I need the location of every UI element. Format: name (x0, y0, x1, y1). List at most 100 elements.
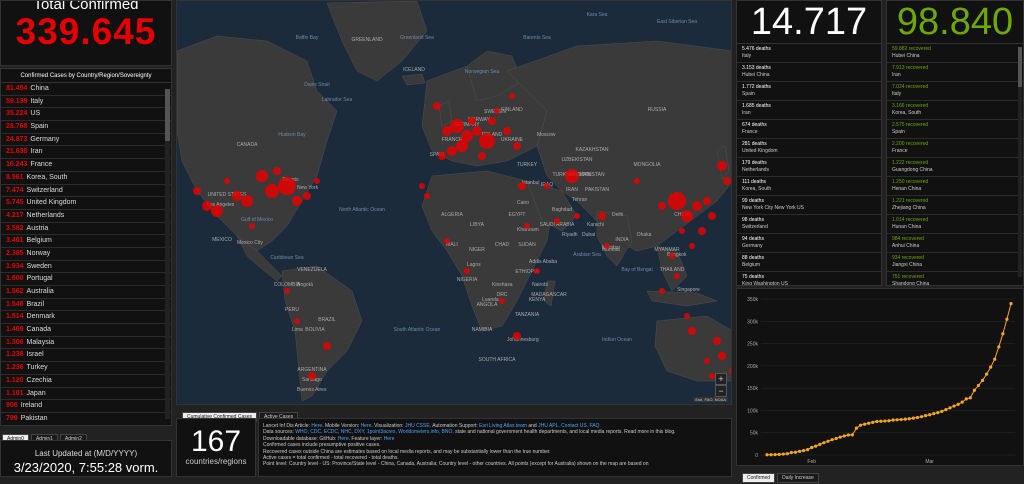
data-point[interactable] (1009, 302, 1013, 306)
case-bubble[interactable] (703, 197, 711, 205)
contact-link[interactable]: . Contact US. (558, 423, 589, 429)
country-row[interactable]: 906 Ireland (1, 400, 171, 413)
data-point[interactable] (993, 357, 997, 361)
recovered-row[interactable]: 7.024 recovered Italy (887, 82, 1023, 101)
data-point[interactable] (826, 439, 830, 443)
data-point[interactable] (773, 452, 777, 457)
data-point[interactable] (781, 452, 785, 456)
lancet-link[interactable]: Here (311, 423, 322, 429)
case-bubble[interactable] (674, 273, 680, 279)
map-tabs[interactable]: Cumulative Confirmed Cases Active Cases (176, 405, 732, 422)
data-point[interactable] (822, 441, 826, 445)
data-point[interactable] (960, 400, 964, 404)
recovered-row[interactable]: 2.575 recovered Spain (887, 120, 1023, 139)
data-point[interactable] (968, 396, 972, 400)
case-bubble[interactable] (513, 332, 521, 340)
country-row[interactable]: 3.401 Belgium (1, 235, 171, 248)
case-bubble[interactable] (438, 152, 446, 160)
data-point[interactable] (940, 409, 944, 413)
case-bubble[interactable] (534, 268, 540, 274)
country-row[interactable]: 5.745 United Kingdom (1, 197, 171, 210)
zoom-out-button[interactable]: − (715, 385, 727, 397)
zoom-in-button[interactable]: + (715, 373, 727, 385)
country-row[interactable]: 1.934 Sweden (1, 261, 171, 274)
country-list[interactable]: 81.454 China 59.138 Italy 35.224 US 28.768 Spai… (1, 83, 171, 425)
data-point[interactable] (911, 416, 915, 420)
case-bubble[interactable] (265, 184, 279, 198)
country-row[interactable]: 8.961 Korea, South (1, 172, 171, 185)
country-row[interactable]: 35.224 US (1, 108, 171, 122)
confirmed-chart[interactable]: 0 50k 100k 150k 200k 250k 300k 350k Feb Mar (736, 288, 1024, 466)
case-bubble[interactable] (278, 177, 296, 195)
data-point[interactable] (1001, 332, 1005, 336)
jhu-apl-link[interactable]: JHU APL (538, 423, 558, 429)
deaths-panel[interactable]: 14.717 5.476 deaths Italy 3.153 deaths Hube… (736, 0, 882, 286)
deaths-list[interactable]: 5.476 deaths Italy 3.153 deaths Hubei China… (737, 44, 881, 285)
case-bubble[interactable] (433, 102, 441, 110)
country-list-panel[interactable]: Confirmed Cases by Country/Region/Sovere… (0, 68, 172, 426)
country-row[interactable]: 3.582 Austria (1, 223, 171, 236)
death-row[interactable]: 1.685 deaths Iran (737, 101, 881, 120)
death-row[interactable]: 99 deaths New York City New York US (737, 196, 881, 215)
data-point[interactable] (818, 442, 822, 446)
case-bubble[interactable] (574, 213, 580, 219)
country-row[interactable]: 1.469 Canada (1, 324, 171, 337)
recovered-row[interactable]: 751 recovered Shandong China (887, 272, 1023, 285)
case-bubble[interactable] (424, 193, 430, 199)
case-bubble[interactable] (294, 318, 300, 324)
data-point[interactable] (785, 452, 789, 456)
country-row[interactable]: 799 Pakistan (1, 413, 171, 425)
case-bubble[interactable] (708, 212, 716, 220)
data-point[interactable] (932, 412, 936, 416)
data-point[interactable] (765, 453, 769, 457)
case-bubble[interactable] (488, 117, 496, 125)
mobile-link[interactable]: Here (361, 423, 372, 429)
country-row[interactable]: 1.546 Brazil (1, 299, 171, 312)
case-bubble[interactable] (211, 205, 223, 217)
case-bubble[interactable] (499, 298, 505, 304)
case-bubble[interactable] (292, 196, 302, 206)
case-bubble[interactable] (494, 108, 500, 114)
death-row[interactable]: 5.476 deaths Italy (737, 44, 881, 63)
case-bubble[interactable] (713, 337, 721, 345)
death-row[interactable]: 1.772 deaths Spain (737, 82, 881, 101)
case-bubble[interactable] (256, 170, 268, 182)
case-bubble[interactable] (447, 146, 457, 156)
info-panel[interactable]: Lancet Inf Dis Article: Here. Mobile Ver… (258, 418, 732, 477)
data-point[interactable] (802, 448, 806, 453)
country-row[interactable]: 1.101 Japan (1, 388, 171, 401)
death-row[interactable]: 111 deaths Korea, South (737, 177, 881, 196)
case-bubble[interactable] (202, 201, 212, 211)
recovered-scrollbar[interactable] (1018, 47, 1022, 277)
esri-link[interactable]: Esri Living Atlas team (479, 423, 527, 429)
case-bubble[interactable] (723, 177, 731, 185)
country-row[interactable]: 16.243 France (1, 159, 171, 172)
case-bubble[interactable] (241, 195, 253, 207)
case-bubble[interactable] (679, 228, 685, 234)
country-row[interactable]: 59.138 Italy (1, 96, 171, 109)
country-row[interactable]: 1.306 Malaysia (1, 337, 171, 350)
recovered-list[interactable]: 59.882 recovered Hubei China 7.913 recover… (887, 44, 1023, 285)
country-row[interactable]: 1.236 Turkey (1, 362, 171, 375)
case-bubble[interactable] (456, 140, 468, 152)
case-bubble[interactable] (479, 133, 495, 149)
data-point[interactable] (867, 421, 871, 425)
map-canvas[interactable]: Baffin Bay Greenland Sea Davis Strait Labra… (177, 1, 732, 405)
recovered-row[interactable]: 3.166 recovered Korea, South (887, 101, 1023, 120)
case-bubble[interactable] (704, 358, 710, 364)
case-bubble[interactable] (472, 126, 482, 136)
case-bubble[interactable] (698, 227, 706, 235)
scrollbar-thumb[interactable] (165, 89, 170, 141)
data-point[interactable] (810, 445, 814, 450)
data-point[interactable] (948, 406, 952, 410)
scrollbar-thumb[interactable] (1018, 47, 1022, 87)
data-point[interactable] (875, 419, 879, 424)
recovered-panel[interactable]: 98.840 59.882 recovered Hubei China 7.913 … (886, 0, 1024, 286)
case-bubble[interactable] (232, 191, 242, 201)
country-row[interactable]: 21.638 Iran (1, 146, 171, 160)
case-bubble[interactable] (314, 178, 320, 184)
data-point[interactable] (838, 435, 842, 439)
country-row[interactable]: 7.474 Switzerland (1, 185, 171, 198)
case-bubble[interactable] (224, 178, 230, 184)
death-row[interactable]: 75 deaths King Washington US (737, 272, 881, 285)
